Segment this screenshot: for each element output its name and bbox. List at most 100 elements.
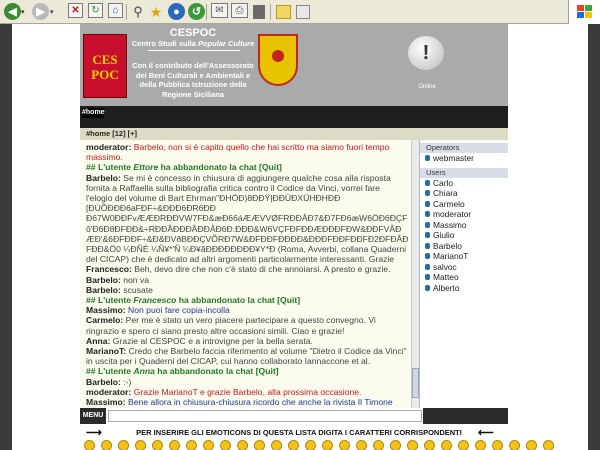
smiley-icon[interactable] bbox=[271, 440, 282, 450]
user-name: Barbelo bbox=[433, 240, 462, 251]
site-title: CESPOC bbox=[169, 27, 217, 39]
user-item[interactable]: MarianoT bbox=[420, 251, 508, 262]
message-text: Grazie MarianoT e grazie Barbelo, alla p… bbox=[131, 386, 362, 397]
forward-icon[interactable]: ▶ bbox=[32, 3, 49, 20]
smiley-icon[interactable] bbox=[373, 440, 384, 450]
chat-message: Massimo: Non puoi fare copia-incolla bbox=[86, 305, 408, 315]
user-item[interactable]: webmaster bbox=[420, 153, 508, 164]
smiley-icon[interactable] bbox=[118, 440, 129, 450]
smiley-icon[interactable] bbox=[424, 440, 435, 450]
smiley-icon[interactable] bbox=[526, 440, 537, 450]
user-icon bbox=[425, 155, 430, 162]
mail-icon[interactable]: ✉ bbox=[211, 3, 228, 18]
smiley-icon[interactable] bbox=[169, 440, 180, 450]
chat-message: MarianoT: Credo che Barbelo faccia rifer… bbox=[86, 346, 408, 366]
user-item[interactable]: Carmelo bbox=[420, 199, 508, 210]
user-item[interactable]: salvoc bbox=[420, 262, 508, 273]
cespoc-logo[interactable]: CES POC bbox=[83, 34, 127, 98]
edit-icon[interactable] bbox=[253, 5, 265, 19]
print-icon[interactable]: ⎙ bbox=[231, 3, 248, 18]
smiley-icon[interactable] bbox=[135, 440, 146, 450]
user-item[interactable]: moderator bbox=[420, 209, 508, 220]
chat-message: Francesco: Beh, devo dire che non c'è st… bbox=[86, 264, 408, 274]
chat-message: Barbelo: :-) bbox=[86, 377, 408, 387]
smiley-icon[interactable] bbox=[475, 440, 486, 450]
tab-home[interactable]: #home bbox=[82, 108, 105, 118]
users-header: Users bbox=[420, 167, 508, 178]
smiley-icon[interactable] bbox=[186, 440, 197, 450]
operators-header: Operators bbox=[420, 143, 508, 153]
user-link[interactable]: Ettore bbox=[133, 162, 158, 172]
users-list: Carlo Chiara Carmelo moderator Massimo Giulio… bbox=[420, 178, 508, 294]
folder-icon[interactable] bbox=[276, 5, 291, 19]
chat-input[interactable] bbox=[108, 410, 422, 422]
chat-message: moderator: Barbelo, non si è capito quel… bbox=[86, 142, 408, 162]
online-label: Online bbox=[418, 84, 436, 90]
chat-message: Anna: Grazie al CESPOC e a introvigne pe… bbox=[86, 336, 408, 346]
arrow-left-icon-right: ⟵ bbox=[478, 427, 494, 439]
smiley-icon[interactable] bbox=[492, 440, 503, 450]
forward-dropdown-icon[interactable]: ▾ bbox=[50, 3, 54, 21]
home-icon[interactable]: ⌂ bbox=[108, 3, 123, 18]
chat-message: Massimo: Bene allora in chiusura-chiusur… bbox=[86, 397, 408, 408]
user-item[interactable]: Matteo bbox=[420, 272, 508, 283]
user-item[interactable]: Alberto bbox=[420, 283, 508, 294]
system-message: ## L'utente Francesco ha abbandonato la … bbox=[86, 295, 301, 306]
chat-log[interactable]: moderator: Barbelo, non si è capito quel… bbox=[80, 140, 411, 408]
left-page-frame bbox=[0, 24, 12, 450]
smiley-icon[interactable] bbox=[220, 440, 231, 450]
user-item[interactable]: Giulio bbox=[420, 230, 508, 241]
media-icon[interactable]: ● bbox=[168, 3, 185, 20]
smiley-icon[interactable] bbox=[203, 440, 214, 450]
smiley-icon[interactable] bbox=[339, 440, 350, 450]
smiley-icon[interactable] bbox=[84, 440, 95, 450]
history-icon[interactable]: ↺ bbox=[188, 3, 205, 20]
messenger-icon[interactable] bbox=[296, 5, 310, 19]
user-icon bbox=[425, 179, 430, 186]
right-page-frame bbox=[588, 24, 600, 450]
user-link[interactable]: Francesco bbox=[133, 295, 176, 305]
favorites-icon[interactable]: ★ bbox=[148, 3, 164, 21]
smiley-icon[interactable] bbox=[288, 440, 299, 450]
back-dropdown-icon[interactable]: ▾ bbox=[21, 3, 25, 21]
smiley-icon[interactable] bbox=[509, 440, 520, 450]
user-icon bbox=[425, 190, 430, 197]
refresh-icon[interactable]: ↻ bbox=[88, 3, 103, 18]
message-nick: Massimo: bbox=[86, 397, 126, 408]
user-item[interactable]: Barbelo bbox=[420, 241, 508, 252]
smiley-icon[interactable] bbox=[441, 440, 452, 450]
smiley-icon[interactable] bbox=[543, 440, 554, 450]
stop-icon[interactable]: ✕ bbox=[68, 3, 83, 18]
chat-scrollbar[interactable] bbox=[411, 140, 419, 408]
online-status[interactable]: ! Online bbox=[408, 36, 446, 96]
smiley-icon[interactable] bbox=[305, 440, 316, 450]
search-icon[interactable]: ⚲ bbox=[130, 3, 146, 21]
user-icon bbox=[425, 221, 430, 228]
smiley-icon[interactable] bbox=[254, 440, 265, 450]
message-nick: Barbelo: bbox=[86, 274, 121, 285]
user-item[interactable]: Chiara bbox=[420, 188, 508, 199]
windows-logo-icon bbox=[568, 0, 600, 24]
smiley-icon[interactable] bbox=[152, 440, 163, 450]
smiley-icon[interactable] bbox=[237, 440, 248, 450]
smiley-icon[interactable] bbox=[390, 440, 401, 450]
smiley-icon[interactable] bbox=[322, 440, 333, 450]
user-item[interactable]: Massimo bbox=[420, 220, 508, 231]
browser-window: ◀ ▾ ▶ ▾ ✕ ↻ ⌂ ⚲ ★ ● ↺ ✉ ⎙ CES POC CESPOC bbox=[0, 0, 600, 450]
user-icon bbox=[425, 232, 430, 239]
user-name: Carlo bbox=[433, 177, 454, 188]
smiley-icon[interactable] bbox=[458, 440, 469, 450]
smiley-icon[interactable] bbox=[101, 440, 112, 450]
user-item[interactable]: Carlo bbox=[420, 178, 508, 189]
message-text: Grazie al CESPOC e a introvigne per la b… bbox=[110, 335, 313, 346]
scrollbar-thumb[interactable] bbox=[412, 368, 419, 398]
users-panel: Operators webmaster Users Carlo Chiara Car… bbox=[419, 140, 508, 408]
chat-message: Barbelo: scusate bbox=[86, 285, 408, 295]
back-icon[interactable]: ◀ bbox=[4, 3, 21, 20]
smiley-icon[interactable] bbox=[407, 440, 418, 450]
user-link[interactable]: Anna bbox=[133, 366, 154, 376]
message-nick: Massimo: bbox=[86, 305, 126, 316]
system-message: ## L'utente Anna ha abbandonato la chat … bbox=[86, 366, 279, 377]
smiley-icon[interactable] bbox=[356, 440, 367, 450]
menu-button[interactable]: MENU bbox=[80, 408, 106, 424]
